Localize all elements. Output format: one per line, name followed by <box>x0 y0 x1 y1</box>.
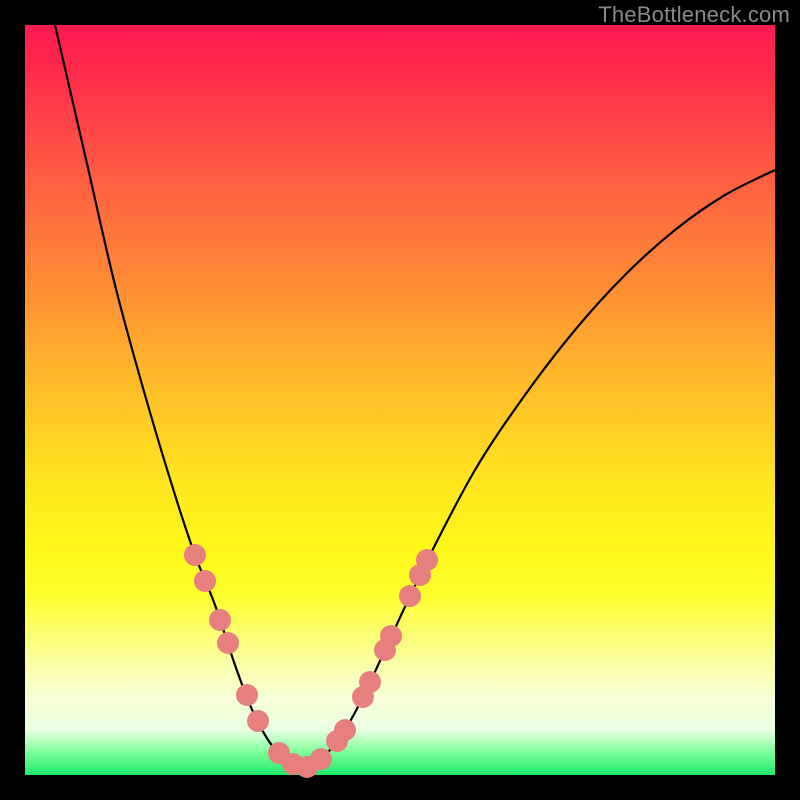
curve-marker <box>359 671 381 693</box>
curve-marker <box>399 585 421 607</box>
curve-marker <box>209 609 231 631</box>
bottleneck-curve <box>55 25 775 768</box>
chart-svg <box>25 25 775 775</box>
curve-marker <box>236 684 258 706</box>
curve-marker <box>194 570 216 592</box>
curve-marker <box>310 748 332 770</box>
curve-marker <box>184 544 206 566</box>
chart-frame: TheBottleneck.com <box>0 0 800 800</box>
curve-marker <box>217 632 239 654</box>
plot-area <box>25 25 775 775</box>
curve-marker <box>380 625 402 647</box>
curve-marker <box>334 719 356 741</box>
curve-marker <box>416 549 438 571</box>
curve-marker <box>247 710 269 732</box>
curve-markers <box>184 544 438 778</box>
watermark-text: TheBottleneck.com <box>598 2 790 28</box>
